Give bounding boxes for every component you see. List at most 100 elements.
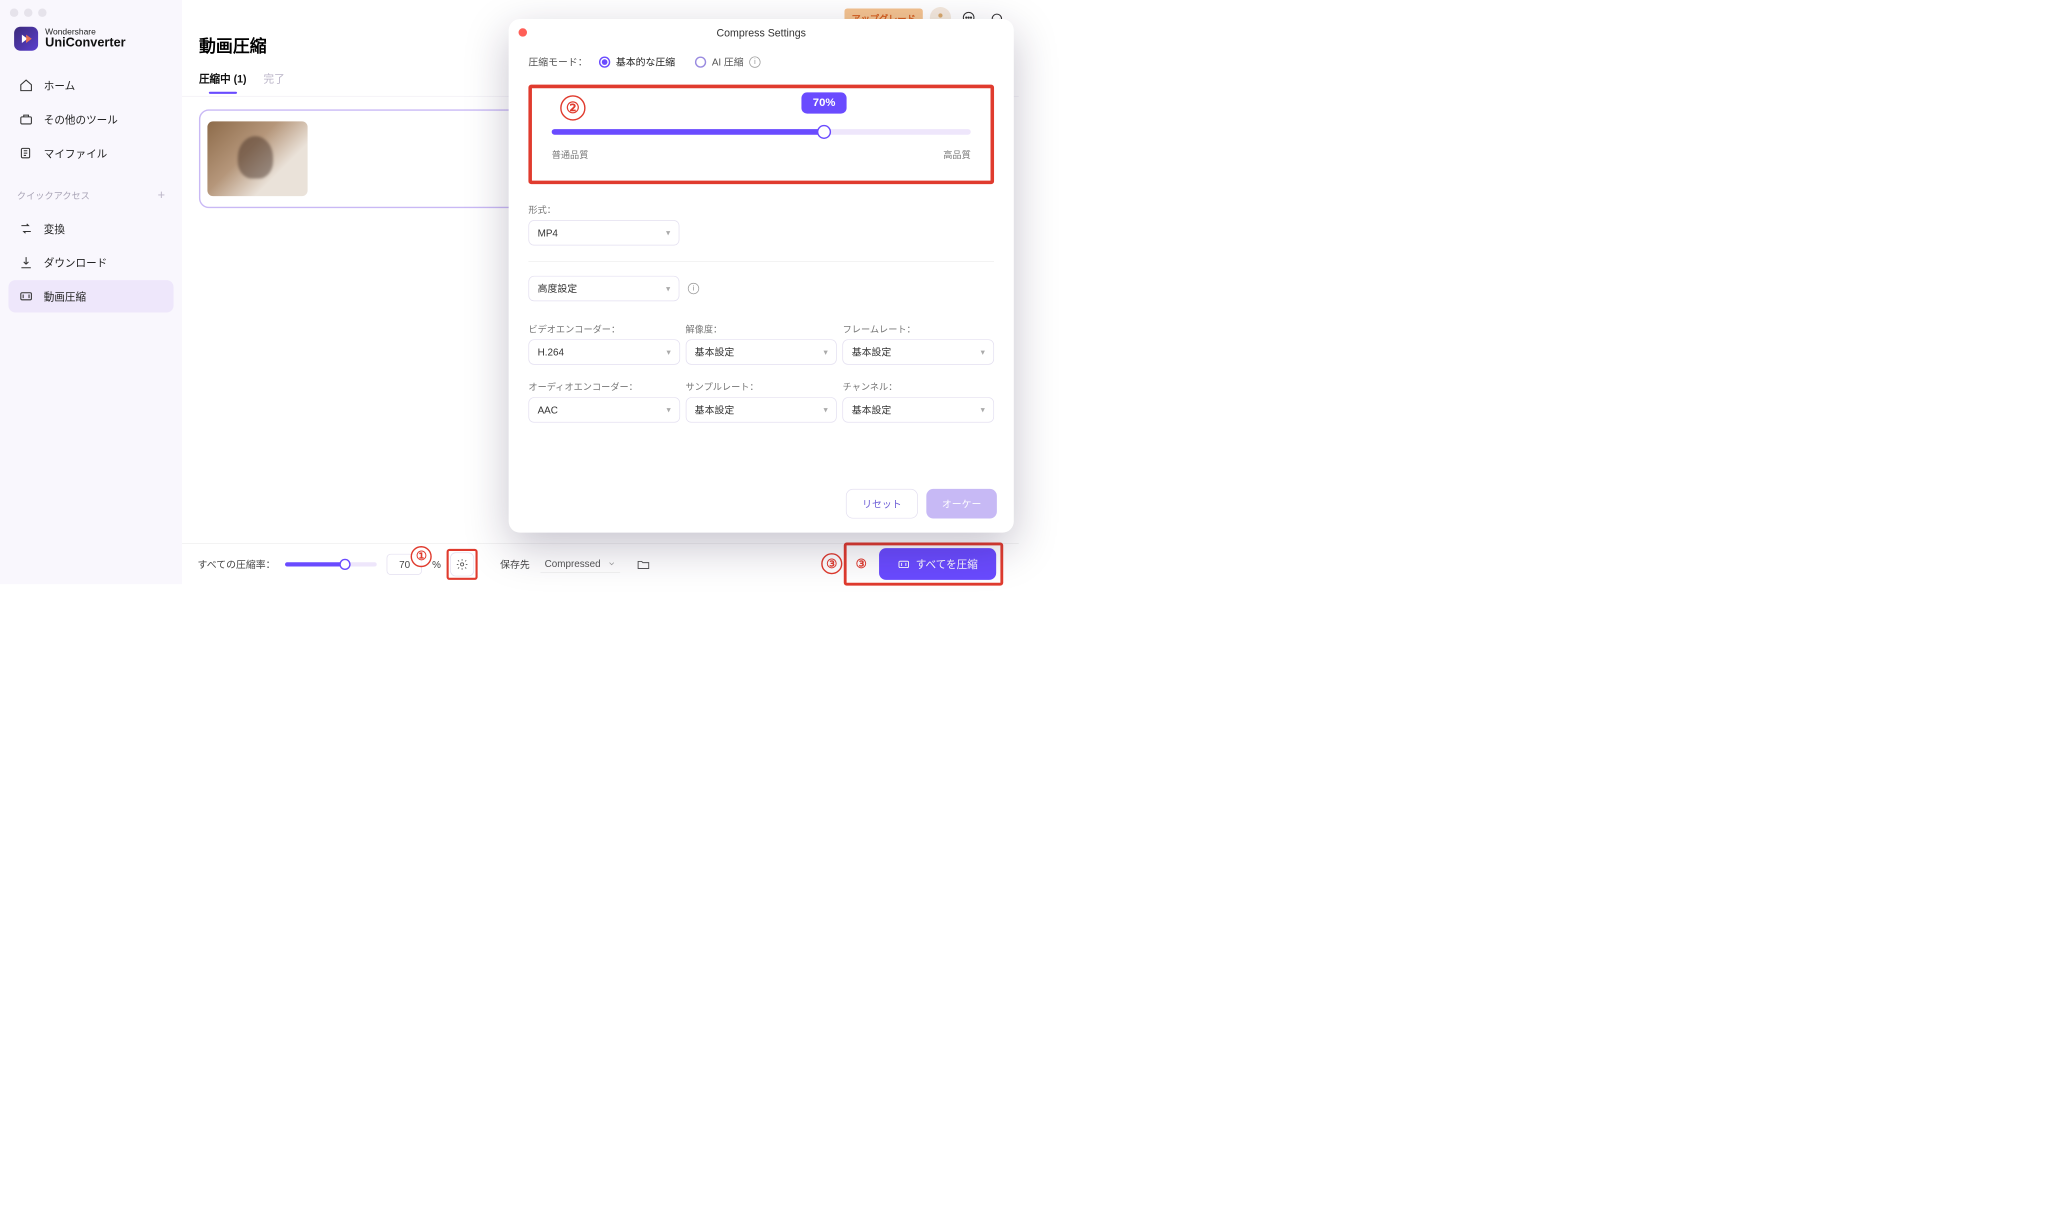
radio-on-icon <box>599 56 610 67</box>
framerate-label: フレームレート： <box>843 311 994 335</box>
framerate-value: 基本設定 <box>852 345 892 359</box>
samplerate-select[interactable]: 基本設定 ▾ <box>686 397 837 422</box>
window-traffic-lights <box>0 0 182 21</box>
save-location-select[interactable]: Compressed <box>540 555 621 574</box>
audio-enc-select[interactable]: AAC▾ <box>528 397 679 422</box>
dialog-footer: リセット オーケー <box>509 479 1014 533</box>
channel-value: 基本設定 <box>852 403 892 417</box>
qa-convert-label: 変換 <box>44 221 65 236</box>
mode-basic-radio[interactable]: 基本的な圧縮 <box>599 55 675 69</box>
chevron-down-icon: ▾ <box>666 284 670 294</box>
open-folder-icon[interactable] <box>637 557 651 571</box>
video-thumbnail <box>207 121 307 196</box>
chevron-down-icon: ▾ <box>824 405 828 415</box>
chevron-down-icon: ▾ <box>666 228 670 238</box>
quality-slider[interactable] <box>552 129 971 135</box>
sidebar: Wondershare UniConverter ホーム その他のツール マイフ… <box>0 0 182 584</box>
qa-download-label: ダウンロード <box>44 255 108 270</box>
channel-select[interactable]: 基本設定 ▾ <box>843 397 994 422</box>
nav-myfiles[interactable]: マイファイル <box>8 137 173 169</box>
samplerate-label: サンプルレート： <box>686 369 837 393</box>
channel-label: チャンネル： <box>843 369 994 393</box>
quality-high-label: 高品質 <box>943 147 971 160</box>
chevron-down-icon: ▾ <box>666 405 670 415</box>
main-area: アップグレード 動画圧縮 圧縮中 (1) 完了 イル／フォルダーを追加 <box>182 0 1019 584</box>
mode-ai-label: AI 圧縮 <box>712 55 744 69</box>
quick-access-add-icon[interactable]: + <box>158 188 165 203</box>
quality-slider-box: ② 70% 普通品質 高品質 <box>528 85 994 184</box>
ratio-slider[interactable] <box>285 562 377 566</box>
annotation-2: ② <box>560 95 585 120</box>
save-label: 保存先 <box>500 557 530 571</box>
mode-basic-label: 基本的な圧縮 <box>616 55 675 69</box>
qa-download[interactable]: ダウンロード <box>8 246 173 278</box>
nav-home-label: ホーム <box>44 78 75 93</box>
qa-compress[interactable]: 動画圧縮 <box>8 280 173 312</box>
ok-button[interactable]: オーケー <box>926 489 997 519</box>
mode-ai-radio[interactable]: AI 圧縮 i <box>695 55 761 69</box>
save-location-value: Compressed <box>545 558 601 569</box>
ratio-unit: % <box>432 558 441 569</box>
bottom-bar: すべての圧縮率： 70 ① % 保存先 Compressed ③ ③ すべてを <box>182 543 1019 584</box>
download-icon <box>18 255 34 271</box>
traffic-max[interactable] <box>38 8 46 16</box>
resolution-select[interactable]: 基本設定 ▾ <box>686 339 837 364</box>
dialog-title-text: Compress Settings <box>717 28 806 40</box>
quick-access-header: クイックアクセス + <box>0 175 182 208</box>
compress-all-button[interactable]: すべてを圧縮 <box>879 548 996 580</box>
framerate-select[interactable]: 基本設定 ▾ <box>843 339 994 364</box>
nav-home[interactable]: ホーム <box>8 69 173 101</box>
nav-myfiles-label: マイファイル <box>44 146 108 161</box>
info-icon[interactable]: i <box>688 283 699 294</box>
files-icon <box>18 145 34 161</box>
nav-tools[interactable]: その他のツール <box>8 103 173 135</box>
traffic-min[interactable] <box>24 8 32 16</box>
settings-gear-button[interactable] <box>450 552 474 576</box>
compress-settings-dialog: Compress Settings 圧縮モード： 基本的な圧縮 AI 圧縮 i <box>509 19 1014 533</box>
quick-access-label: クイックアクセス <box>17 188 90 201</box>
compress-mode-row: 圧縮モード： 基本的な圧縮 AI 圧縮 i <box>528 55 994 69</box>
dialog-title: Compress Settings <box>509 19 1014 42</box>
compress-mode-label: 圧縮モード： <box>528 55 587 69</box>
video-enc-label: ビデオエンコーダー： <box>528 311 679 335</box>
compress-icon <box>18 289 34 305</box>
info-icon[interactable]: i <box>749 56 760 67</box>
reset-button[interactable]: リセット <box>846 489 918 519</box>
brand-name: UniConverter <box>45 35 125 49</box>
home-icon <box>18 78 34 94</box>
qa-compress-label: 動画圧縮 <box>44 289 86 304</box>
format-select[interactable]: MP4 ▾ <box>528 220 679 245</box>
tab-compressing[interactable]: 圧縮中 (1) <box>199 64 247 93</box>
quality-low-label: 普通品質 <box>552 147 589 160</box>
dialog-close-icon[interactable] <box>519 28 527 36</box>
samplerate-value: 基本設定 <box>695 403 735 417</box>
app-logo: Wondershare UniConverter <box>0 21 182 65</box>
resolution-value: 基本設定 <box>695 345 735 359</box>
chevron-down-icon: ▾ <box>981 347 985 357</box>
logo-icon <box>14 27 38 51</box>
format-value: MP4 <box>538 227 558 238</box>
chevron-down-icon: ▾ <box>824 347 828 357</box>
chevron-down-icon: ▾ <box>666 347 670 357</box>
audio-enc-label: オーディオエンコーダー： <box>528 369 679 393</box>
slider-bubble: 70% <box>802 92 847 113</box>
nav-tools-label: その他のツール <box>44 112 118 127</box>
advanced-value: 高度設定 <box>538 281 578 295</box>
ratio-label: すべての圧縮率： <box>198 557 276 571</box>
chevron-down-icon: ▾ <box>981 405 985 415</box>
tab-done[interactable]: 完了 <box>264 64 285 93</box>
resolution-label: 解像度： <box>686 311 837 335</box>
compress-all-label: すべてを圧縮 <box>916 557 978 572</box>
annotation-1: ① <box>411 546 432 567</box>
convert-icon <box>18 221 34 237</box>
annotation-3: ③ <box>851 553 872 574</box>
advanced-select[interactable]: 高度設定 ▾ <box>528 276 679 301</box>
traffic-close[interactable] <box>10 8 18 16</box>
toolbox-icon <box>18 111 34 127</box>
radio-off-icon <box>695 56 706 67</box>
qa-convert[interactable]: 変換 <box>8 212 173 244</box>
video-enc-value: H.264 <box>538 346 564 357</box>
annotation-3-circle: ③ <box>821 553 842 574</box>
video-enc-select[interactable]: H.264 ▾ <box>528 339 679 364</box>
format-label: 形式： <box>528 202 994 215</box>
